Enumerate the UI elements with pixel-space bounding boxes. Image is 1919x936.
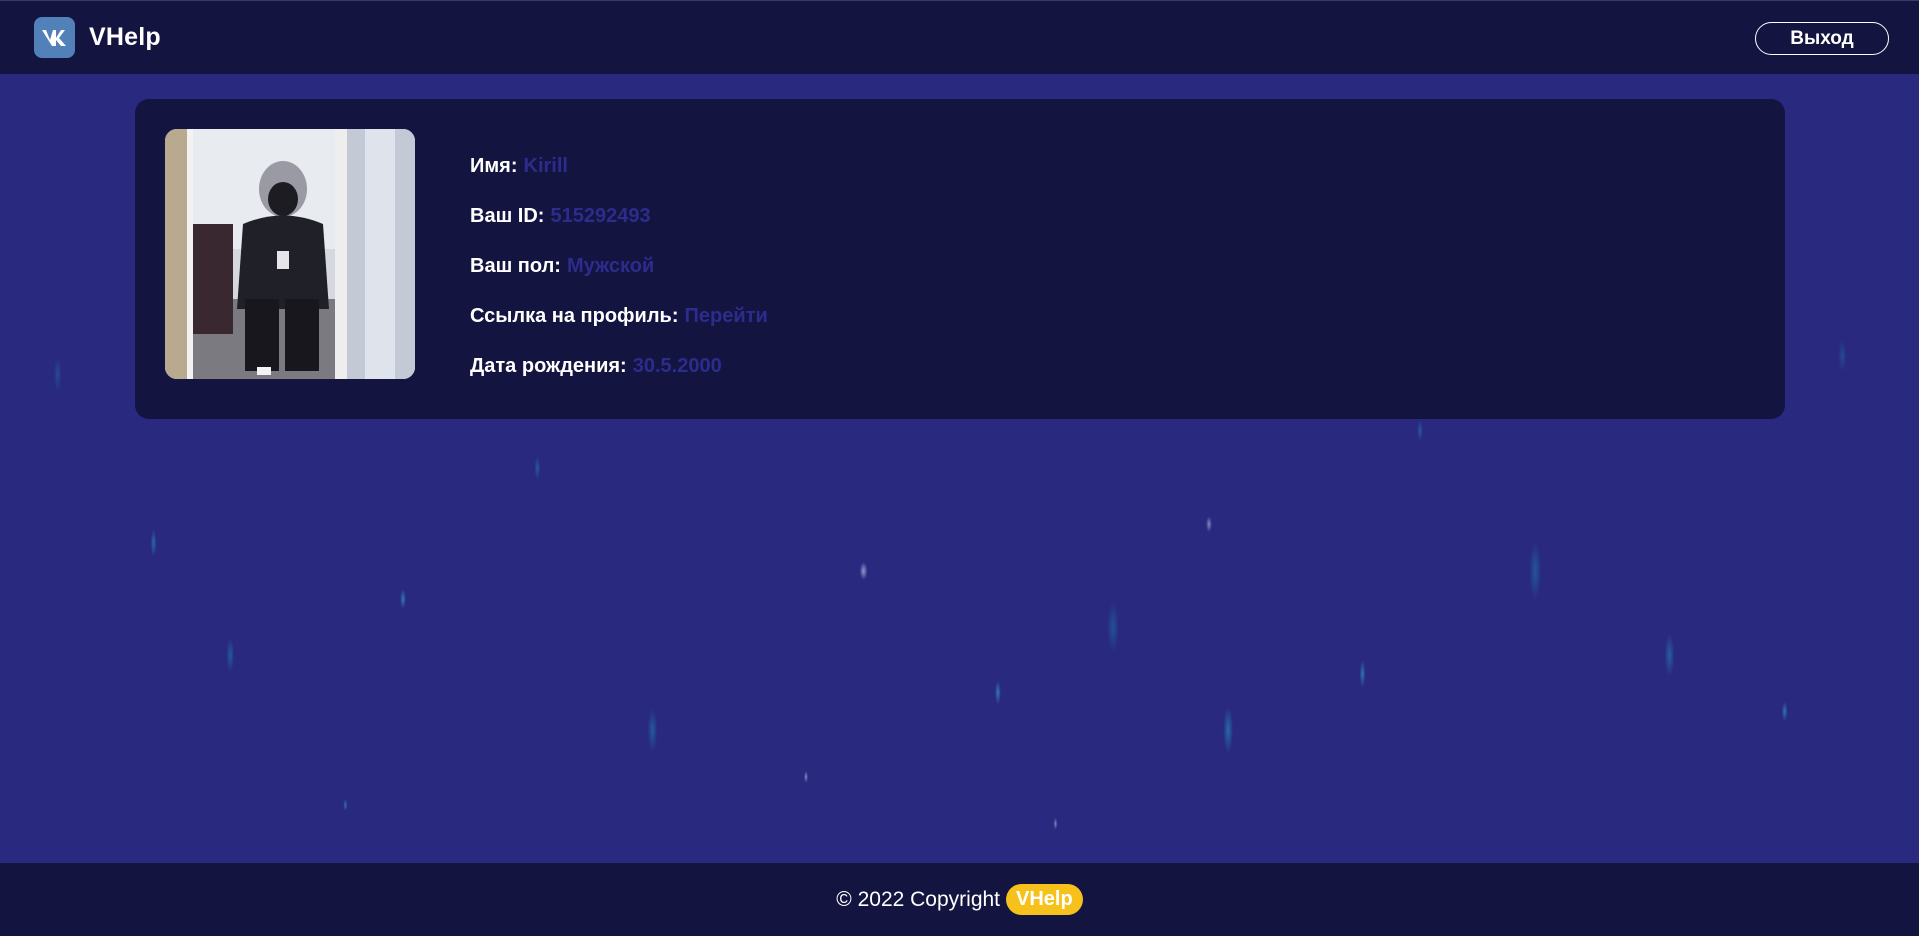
name-value: Kirill — [523, 154, 568, 177]
footer: © 2022 Copyright VHelp — [0, 863, 1919, 936]
name-label: Имя: — [470, 154, 518, 177]
profile-info: Имя: Kirill Ваш ID: 515292493 Ваш пол: М… — [470, 141, 768, 391]
gender-label: Ваш пол: — [470, 254, 561, 277]
id-row: Ваш ID: 515292493 — [470, 191, 768, 241]
birthday-value: 30.5.2000 — [632, 354, 722, 377]
top-nav-bar: VHelp Выход — [0, 0, 1919, 74]
profile-link-label: Ссылка на профиль: — [470, 304, 679, 327]
id-label: Ваш ID: — [470, 204, 545, 227]
brand-name: VHelp — [89, 23, 161, 51]
copyright-text: © 2022 Copyright — [836, 887, 1001, 911]
profile-card: Имя: Kirill Ваш ID: 515292493 Ваш пол: М… — [135, 99, 1785, 419]
vk-logo-icon — [34, 17, 75, 58]
footer-brand-link[interactable]: VHelp — [1006, 884, 1083, 915]
profile-link[interactable]: Перейти — [685, 305, 768, 328]
id-value: 515292493 — [550, 204, 651, 227]
birthday-label: Дата рождения: — [470, 354, 627, 377]
birthday-row: Дата рождения: 30.5.2000 — [470, 341, 768, 391]
gender-value: Мужской — [566, 254, 655, 277]
user-photo — [165, 129, 415, 379]
profile-link-row: Ссылка на профиль: Перейти — [470, 291, 768, 341]
brand[interactable]: VHelp — [34, 17, 161, 58]
logout-button[interactable]: Выход — [1755, 22, 1889, 55]
name-row: Имя: Kirill — [470, 141, 768, 191]
gender-row: Ваш пол: Мужской — [470, 241, 768, 291]
